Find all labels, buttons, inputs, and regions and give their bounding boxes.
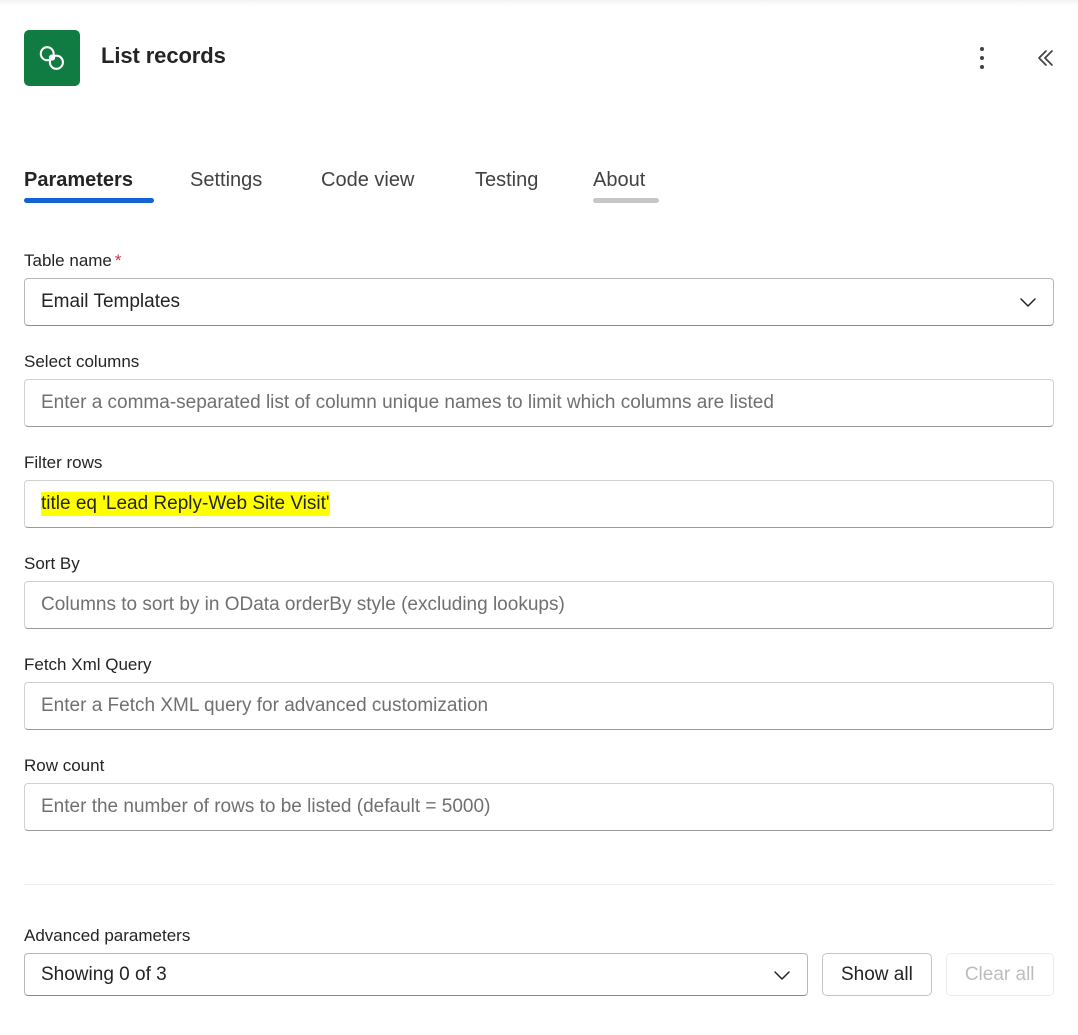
field-label-filter-rows: Filter rows (24, 452, 1078, 474)
field-row-count: Row count Enter the number of rows to be… (0, 755, 1078, 831)
row-count-input[interactable]: Enter the number of rows to be listed (d… (24, 783, 1054, 831)
field-sort-by: Sort By Columns to sort by in OData orde… (0, 553, 1078, 629)
chevron-down-icon[interactable] (771, 964, 793, 986)
panel-header: List records (0, 28, 1078, 88)
more-dots (980, 45, 984, 72)
tab-hover-indicator (593, 198, 659, 203)
dataverse-icon (24, 30, 80, 86)
fetch-xml-query-placeholder: Enter a Fetch XML query for advanced cus… (25, 694, 1053, 718)
chevron-down-icon[interactable] (1017, 291, 1039, 313)
tab-active-indicator (24, 198, 154, 203)
filter-rows-value-container: title eq 'Lead Reply-Web Site Visit' (25, 492, 1053, 516)
row-count-placeholder: Enter the number of rows to be listed (d… (25, 795, 1053, 819)
tab-code-view[interactable]: Code view (321, 155, 414, 205)
tab-indicator (321, 198, 431, 203)
field-filter-rows: Filter rows title eq 'Lead Reply-Web Sit… (0, 452, 1078, 528)
sort-by-placeholder: Columns to sort by in OData orderBy styl… (25, 593, 1053, 617)
field-label-fetch-xml-query: Fetch Xml Query (24, 654, 1078, 676)
page-title: List records (101, 43, 226, 69)
fetch-xml-query-input[interactable]: Enter a Fetch XML query for advanced cus… (24, 682, 1054, 730)
table-name-combobox[interactable]: Email Templates (24, 278, 1054, 326)
advanced-parameters-dropdown[interactable]: Showing 0 of 3 (24, 953, 808, 996)
field-label-sort-by: Sort By (24, 553, 1078, 575)
field-label-table-name: Table name* (24, 250, 1078, 272)
field-label-row-count: Row count (24, 755, 1078, 777)
section-divider (24, 884, 1054, 885)
panel-top-shadow (0, 0, 1078, 6)
field-select-columns: Select columns Enter a comma-separated l… (0, 351, 1078, 427)
select-columns-placeholder: Enter a comma-separated list of column u… (25, 391, 1053, 415)
show-all-button[interactable]: Show all (822, 953, 932, 996)
advanced-parameters-row: Showing 0 of 3 Show all Clear all (24, 953, 1078, 996)
tab-bar: Parameters Settings Code view Testing Ab… (0, 155, 1078, 215)
parameters-form: Table name* Email Templates Select colum… (0, 250, 1078, 831)
field-label-select-columns: Select columns (24, 351, 1078, 373)
chevron-double-left-icon[interactable] (1026, 40, 1062, 76)
required-asterisk: * (115, 251, 122, 270)
more-vertical-icon[interactable] (964, 40, 1000, 76)
field-fetch-xml-query: Fetch Xml Query Enter a Fetch XML query … (0, 654, 1078, 730)
field-table-name: Table name* Email Templates (0, 250, 1078, 326)
tab-about[interactable]: About (593, 155, 645, 205)
tab-testing[interactable]: Testing (475, 155, 538, 205)
clear-all-button: Clear all (946, 953, 1054, 996)
advanced-parameters-selected: Showing 0 of 3 (25, 963, 807, 987)
tab-indicator (190, 198, 278, 203)
tab-indicator (475, 198, 549, 203)
select-columns-input[interactable]: Enter a comma-separated list of column u… (24, 379, 1054, 427)
tab-parameters[interactable]: Parameters (24, 155, 133, 205)
advanced-parameters-label: Advanced parameters (24, 925, 1078, 947)
sort-by-input[interactable]: Columns to sort by in OData orderBy styl… (24, 581, 1054, 629)
filter-rows-input[interactable]: title eq 'Lead Reply-Web Site Visit' (24, 480, 1054, 528)
tab-settings[interactable]: Settings (190, 155, 262, 205)
advanced-parameters-section: Advanced parameters Showing 0 of 3 Show … (0, 925, 1078, 996)
filter-rows-value-highlight: title eq 'Lead Reply-Web Site Visit' (41, 492, 330, 516)
table-name-value: Email Templates (25, 290, 1053, 314)
